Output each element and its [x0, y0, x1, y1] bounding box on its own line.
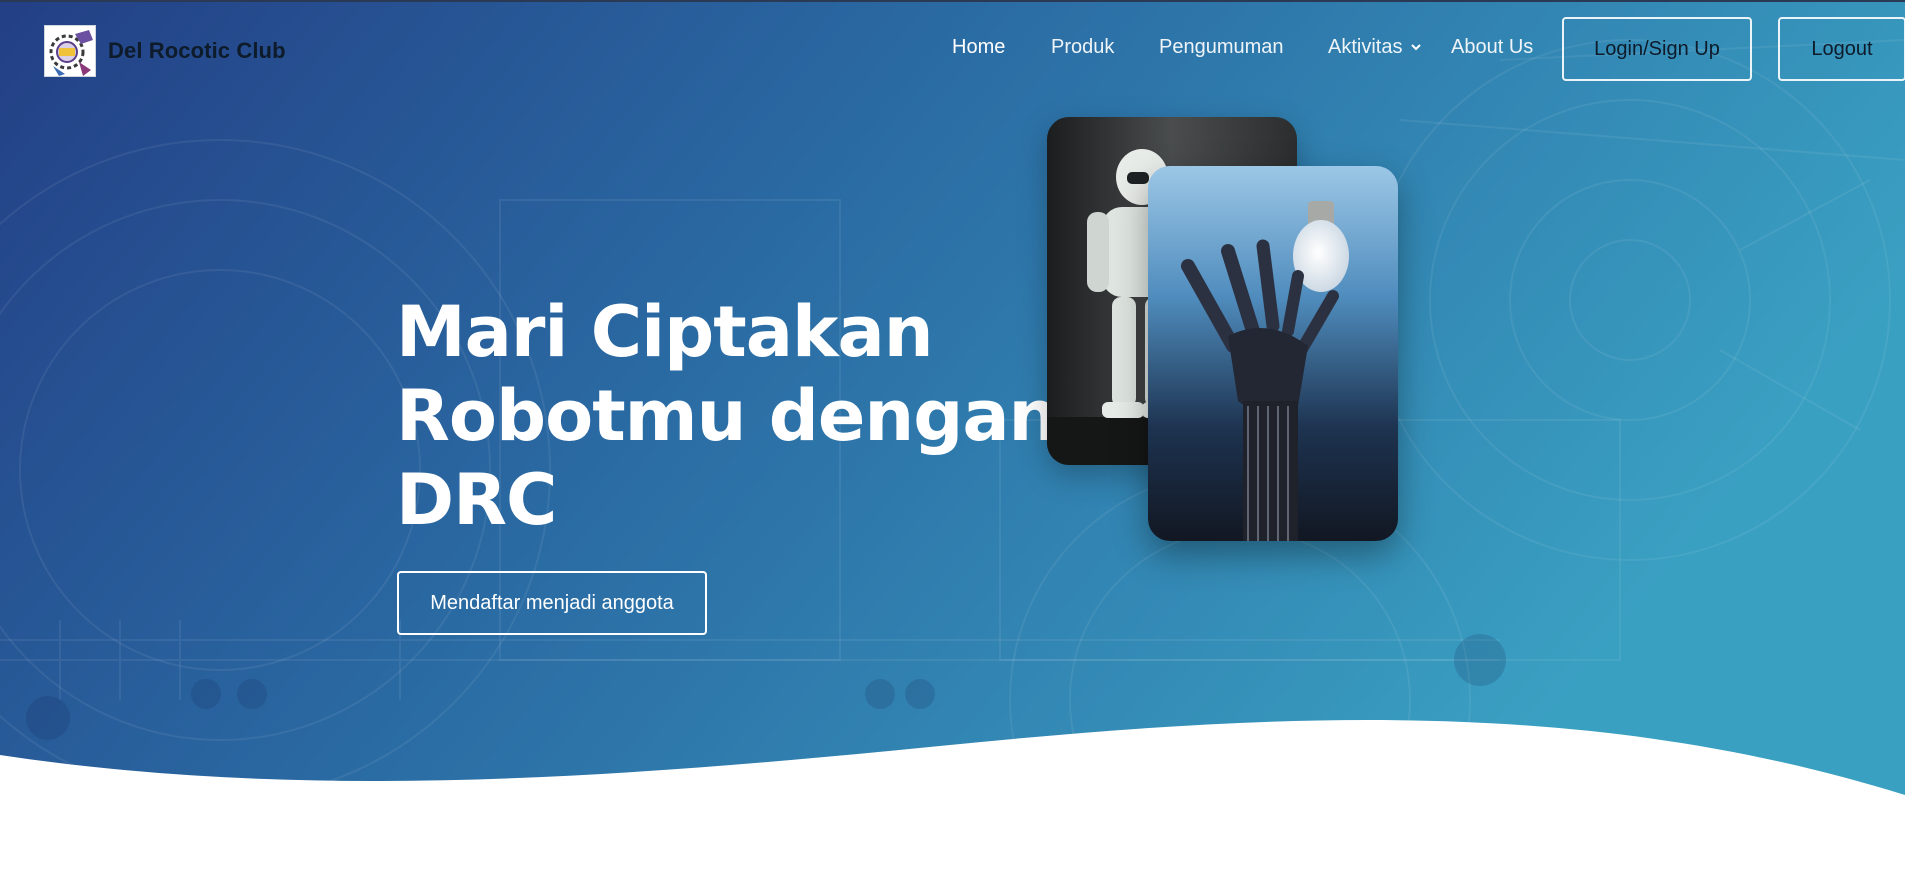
top-border [0, 0, 1905, 2]
hero-wave-divider [0, 720, 1905, 893]
nav-item-pengumuman[interactable]: Pengumuman [1159, 36, 1329, 59]
hero-section: Del Rocotic Club Home Produk Pengumuman … [0, 0, 1905, 893]
hero-headline: Mari Ciptakan Robotmu dengan DRC [396, 290, 1058, 542]
logout-button[interactable]: Logout [1778, 17, 1905, 81]
brand-name: Del Rocotic Club [108, 38, 286, 63]
nav-item-label: Pengumuman [1159, 35, 1284, 58]
headline-line: Mari Ciptakan [396, 291, 934, 373]
register-member-button[interactable]: Mendaftar menjadi anggota [397, 571, 707, 635]
nav-item-label: About Us [1451, 35, 1534, 58]
page: Del Rocotic Club Home Produk Pengumuman … [0, 0, 1905, 893]
robot-hand-lightbulb-photo [1148, 166, 1398, 541]
nav-item-about-us[interactable]: About Us [1451, 36, 1561, 59]
headline-line: DRC [396, 459, 557, 541]
nav-item-label: Produk [1051, 35, 1115, 58]
nav-item-label: Aktivitas [1328, 35, 1403, 58]
nav-item-home[interactable]: Home [952, 36, 1005, 59]
chevron-down-icon [1411, 44, 1422, 51]
club-logo-icon [44, 25, 96, 77]
nav-item-label: Home [952, 35, 1006, 58]
nav-item-aktivitas[interactable]: Aktivitas [1328, 36, 1448, 59]
brand[interactable]: Del Rocotic Club [44, 25, 286, 77]
login-signup-button[interactable]: Login/Sign Up [1562, 17, 1752, 81]
nav-item-produk[interactable]: Produk [1051, 36, 1114, 59]
headline-line: Robotmu dengan [396, 375, 1058, 457]
